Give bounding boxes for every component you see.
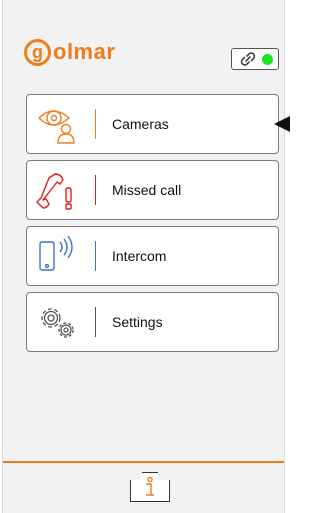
link-icon	[240, 52, 255, 66]
app-screen: g olmar Cameras Missed call Intercom Set…	[2, 0, 290, 513]
selection-pointer-arrow	[274, 116, 290, 132]
intercom-label: Intercom	[112, 248, 167, 264]
info-icon	[146, 476, 154, 496]
settings-label: Settings	[112, 314, 163, 330]
missed-call-icon	[27, 160, 89, 220]
info-button[interactable]	[130, 472, 170, 502]
cameras-separator	[95, 109, 96, 139]
golmar-logo: g olmar	[24, 37, 115, 67]
footer-divider	[3, 461, 284, 463]
connection-status-button[interactable]	[231, 48, 279, 70]
settings-separator	[95, 307, 96, 337]
missed-call-label: Missed call	[112, 182, 182, 198]
connection-status-dot	[261, 53, 273, 65]
intercom-button[interactable]: Intercom	[26, 226, 279, 286]
logo-badge: g	[24, 38, 51, 66]
intercom-phone-icon	[27, 226, 89, 286]
camera-eye-icon	[27, 94, 89, 154]
missed-call-button[interactable]: Missed call	[26, 160, 279, 220]
settings-button[interactable]: Settings	[26, 292, 279, 352]
cameras-button[interactable]: Cameras	[26, 94, 279, 154]
cameras-label: Cameras	[112, 116, 169, 132]
settings-gears-icon	[27, 292, 89, 352]
intercom-separator	[95, 241, 96, 271]
missed-call-separator	[95, 175, 96, 205]
logo-text: olmar	[53, 39, 116, 64]
